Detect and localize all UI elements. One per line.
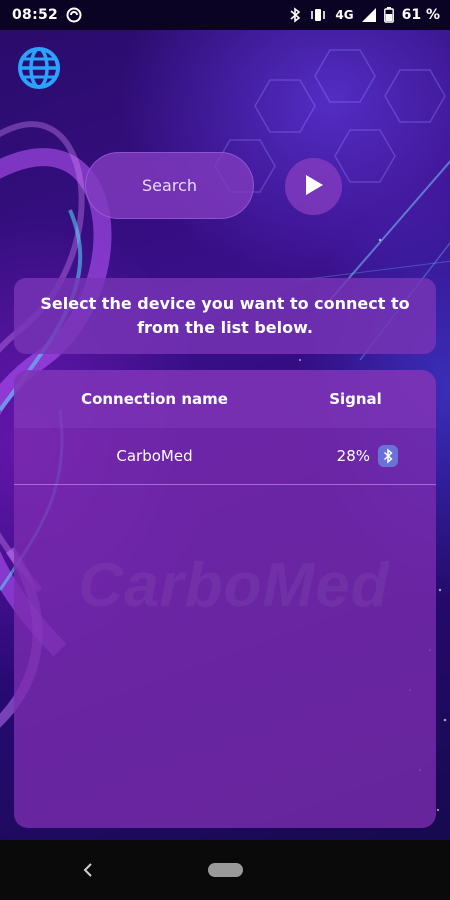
signal-value: 28% [336, 447, 370, 465]
table-row[interactable]: CarboMed 28% [14, 428, 436, 485]
device-signal: 28% [295, 445, 436, 467]
battery-icon [383, 7, 394, 23]
globe-icon[interactable] [15, 44, 63, 92]
status-bar: 08:52 4G 61 % [0, 0, 450, 30]
battery-percent: 61 % [401, 7, 440, 23]
bluetooth-icon [289, 7, 301, 23]
status-time: 08:52 [12, 7, 59, 23]
instruction-card: Select the device you want to connect to… [14, 278, 436, 354]
column-header-signal: Signal [329, 390, 382, 408]
play-icon [303, 173, 325, 201]
device-list-panel: Connection name Signal CarboMed 28% Carb… [14, 370, 436, 828]
search-button-label: Search [142, 176, 197, 195]
sync-icon [66, 7, 82, 23]
device-name: CarboMed [116, 447, 193, 465]
network-type: 4G [335, 8, 354, 22]
home-button[interactable] [208, 863, 243, 877]
instruction-text: Select the device you want to connect to… [40, 294, 410, 337]
vibrate-icon [309, 8, 327, 22]
bluetooth-icon [378, 445, 398, 467]
watermark-logo: CarboMed [78, 551, 390, 620]
back-icon[interactable] [78, 858, 98, 882]
column-header-connection-name: Connection name [81, 390, 228, 408]
play-button[interactable] [285, 158, 342, 215]
table-header: Connection name Signal [14, 370, 436, 428]
search-button[interactable]: Search [85, 152, 254, 219]
signal-icon [361, 8, 376, 22]
